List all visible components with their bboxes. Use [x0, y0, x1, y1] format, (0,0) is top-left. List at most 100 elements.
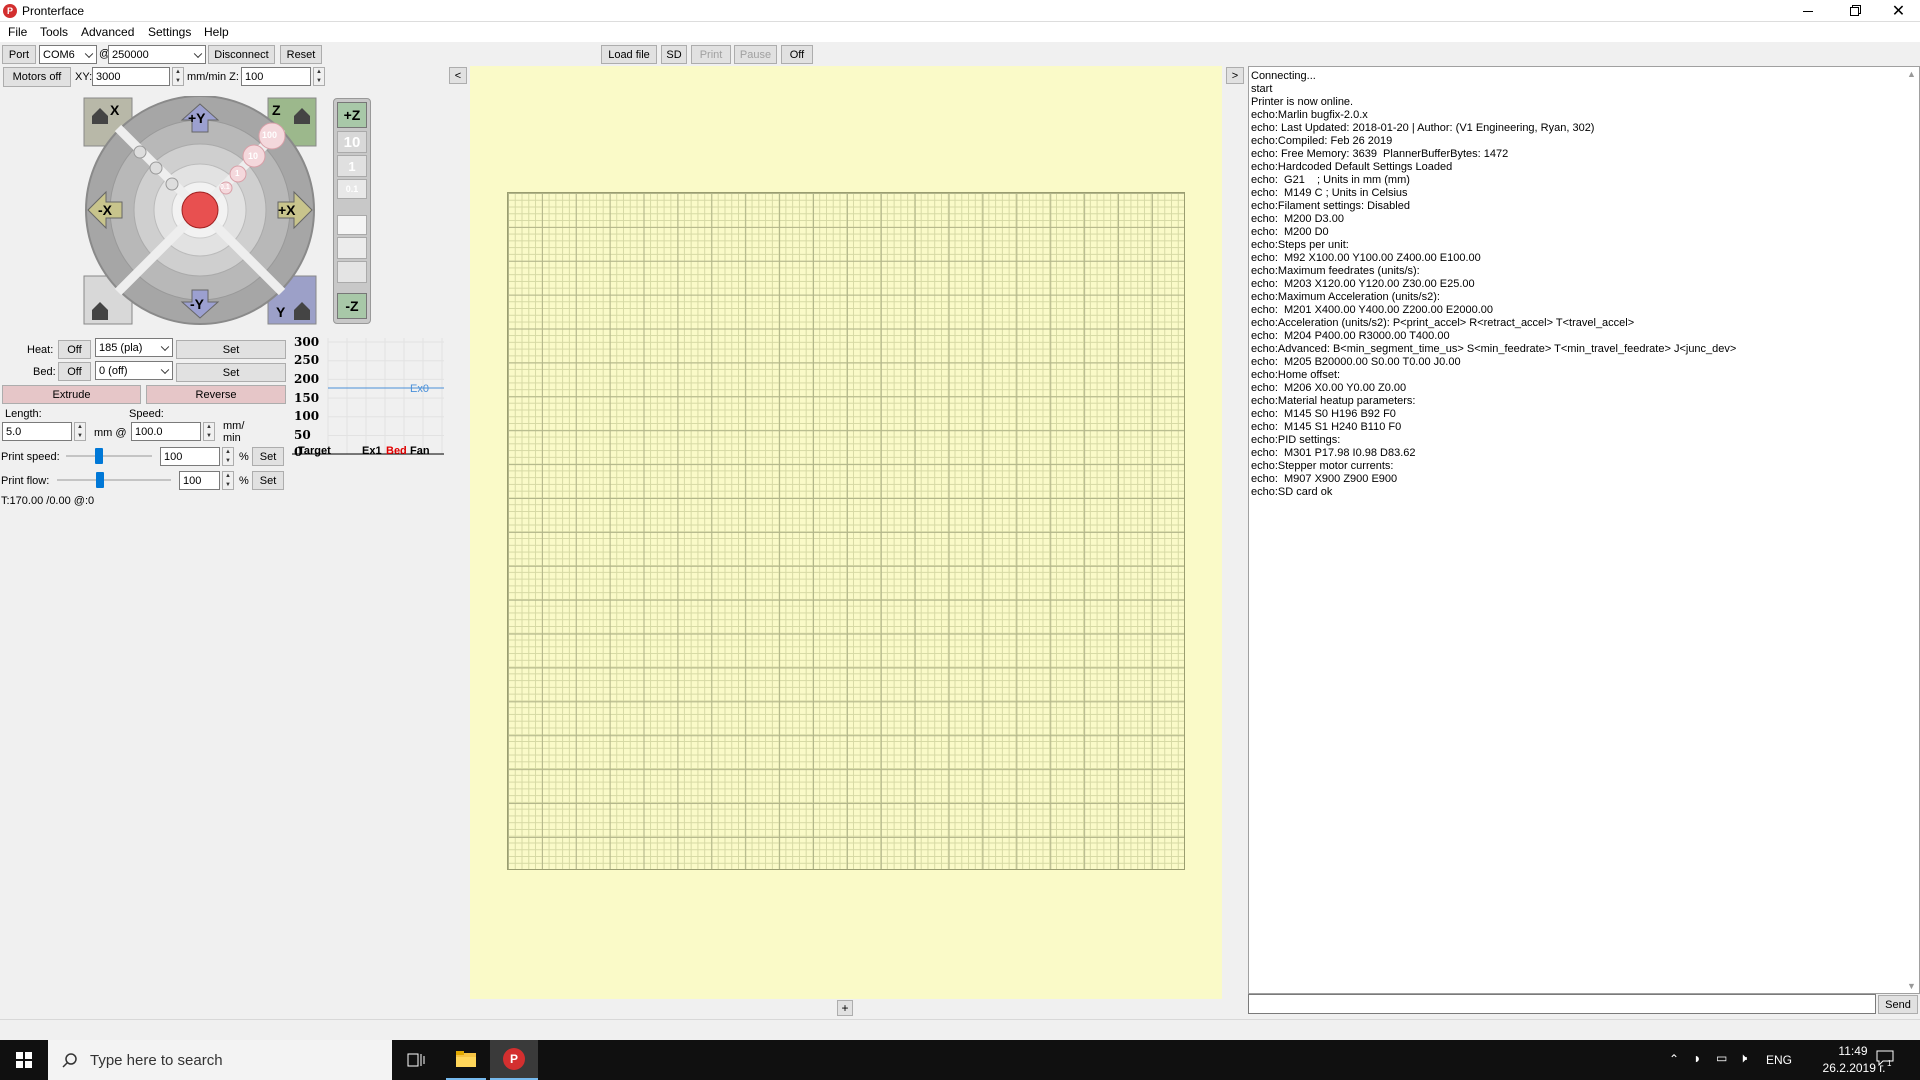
minus-z-button[interactable]: -Z — [337, 293, 367, 319]
heat-off-button[interactable]: Off — [58, 340, 91, 359]
chevron-down-icon — [160, 365, 170, 374]
down-arrow-icon: ▼ — [175, 77, 181, 84]
print-flow-set-button[interactable]: Set — [252, 471, 284, 490]
z-step-1[interactable]: 1 — [337, 155, 367, 177]
sd-button[interactable]: SD — [661, 45, 687, 64]
scroll-down-icon[interactable]: ▼ — [1907, 981, 1916, 991]
console-line: echo:Home offset: — [1251, 369, 1341, 381]
print-speed-stepper[interactable]: ▲ ▼ — [222, 447, 234, 466]
task-view-icon — [407, 1053, 425, 1067]
z-step-10-label: 10 — [343, 133, 361, 151]
print-speed-input[interactable]: 100 — [160, 447, 220, 466]
collapse-left-button[interactable]: < — [449, 67, 467, 84]
speed-input[interactable]: 100.0 — [131, 422, 201, 441]
motors-off-button[interactable]: Motors off — [3, 67, 71, 87]
send-button[interactable]: Send — [1878, 995, 1918, 1014]
z-step-down-10[interactable] — [337, 261, 367, 283]
language-indicator[interactable]: ENG — [1766, 1053, 1792, 1067]
menu-tools[interactable]: Tools — [40, 25, 68, 39]
heat-select[interactable]: 185 (pla) — [95, 338, 173, 357]
collapse-right-button[interactable]: > — [1226, 67, 1244, 84]
slider-thumb[interactable] — [96, 472, 105, 488]
menu-file[interactable]: File — [8, 25, 27, 39]
feedrate-units-label: mm/min Z: — [187, 71, 239, 83]
z-feedrate-stepper[interactable]: ▲ ▼ — [313, 67, 325, 86]
print-speed-slider[interactable] — [66, 448, 152, 464]
pronterface-taskbar-button[interactable]: P — [490, 1040, 538, 1080]
console-line: echo:Maximum feedrates (units/s): — [1251, 265, 1420, 277]
file-explorer-button[interactable] — [446, 1040, 486, 1080]
restore-button[interactable] — [1831, 0, 1877, 22]
volume-icon[interactable]: 🕨 — [1739, 1050, 1747, 1066]
console-line: echo: M145 S1 H240 B110 F0 — [1251, 421, 1402, 433]
reverse-button[interactable]: Reverse — [146, 385, 286, 404]
speed-stepper[interactable]: ▲ ▼ — [203, 422, 215, 441]
up-arrow-icon: ▲ — [206, 424, 212, 430]
bed-select[interactable]: 0 (off) — [95, 361, 173, 380]
minimize-button[interactable] — [1785, 0, 1831, 22]
z-step-down-1[interactable] — [337, 237, 367, 259]
off-button[interactable]: Off — [781, 45, 813, 64]
plus-z-button[interactable]: +Z — [337, 102, 367, 128]
menu-advanced[interactable]: Advanced — [81, 25, 134, 39]
build-plate-grid[interactable] — [507, 192, 1185, 870]
z-feedrate-input[interactable]: 100 — [241, 67, 311, 86]
print-button[interactable]: Print — [691, 45, 731, 64]
action-center-button[interactable]: 1 — [1876, 1050, 1898, 1070]
disconnect-button[interactable]: Disconnect — [208, 45, 275, 64]
z-jog-control[interactable]: +Z 10 1 0.1 -Z — [333, 98, 371, 324]
xy-jog-control[interactable]: X Z Y +Y -Y -X +X 100 10 1 0.1 — [82, 95, 318, 326]
length-input[interactable]: 5.0 — [2, 422, 72, 441]
show-hidden-icons-icon[interactable]: ⌃ — [1669, 1052, 1679, 1066]
bed-set-button[interactable]: Set — [176, 363, 286, 382]
z-step-10[interactable]: 10 — [337, 131, 367, 153]
print-flow-label: Print flow: — [1, 475, 50, 487]
task-view-button[interactable] — [396, 1040, 436, 1080]
network-icon[interactable]: ◗ — [1693, 1050, 1701, 1066]
port-button[interactable]: Port — [2, 45, 36, 64]
search-icon — [62, 1053, 77, 1068]
z-step-down-01[interactable] — [337, 215, 367, 235]
console-line: echo: M205 B20000.00 S0.00 T0.00 J0.00 — [1251, 356, 1461, 368]
menu-help[interactable]: Help — [204, 25, 229, 39]
xy-feedrate-stepper[interactable]: ▲ ▼ — [172, 67, 184, 86]
down-arrow-icon: ▼ — [206, 432, 212, 439]
print-flow-slider[interactable] — [57, 472, 171, 488]
z-step-01[interactable]: 0.1 — [337, 179, 367, 199]
plus-x-label: +X — [278, 202, 296, 218]
console-log[interactable]: Connecting... start Printer is now online.… — [1248, 66, 1920, 994]
tick-150: 150 — [294, 391, 320, 405]
length-stepper[interactable]: ▲ ▼ — [74, 422, 86, 441]
start-button[interactable] — [0, 1040, 48, 1080]
slider-thumb[interactable] — [94, 448, 103, 464]
print-speed-set-button[interactable]: Set — [252, 447, 284, 466]
restore-icon — [1849, 6, 1859, 16]
battery-icon[interactable]: ▭ — [1716, 1051, 1727, 1065]
bed-off-button[interactable]: Off — [58, 362, 91, 381]
baud-select[interactable]: 250000 — [108, 45, 206, 64]
command-input[interactable] — [1248, 994, 1876, 1014]
print-flow-input[interactable]: 100 — [179, 471, 220, 490]
heat-set-button[interactable]: Set — [176, 340, 286, 359]
taskbar-search[interactable]: Type here to search — [48, 1040, 392, 1080]
xy-feedrate-input[interactable]: 3000 — [92, 67, 170, 86]
add-object-button[interactable]: + — [837, 1000, 853, 1016]
load-file-button[interactable]: Load file — [601, 45, 657, 64]
notification-count: 1 — [1887, 1059, 1892, 1068]
ex0-label: Ex0 — [410, 383, 429, 395]
close-button[interactable]: ✕ — [1877, 0, 1920, 22]
pause-button[interactable]: Pause — [734, 45, 777, 64]
console-line: echo: M204 P400.00 R3000.00 T400.00 — [1251, 330, 1450, 342]
tick-300: 300 — [294, 335, 320, 349]
scroll-up-icon[interactable]: ▲ — [1907, 69, 1916, 79]
up-arrow-icon: ▲ — [77, 424, 83, 430]
port-select[interactable]: COM6 — [39, 45, 97, 64]
folder-icon — [456, 1051, 476, 1067]
tick-100: 100 — [294, 409, 320, 423]
menu-settings[interactable]: Settings — [148, 25, 191, 39]
console-scrollbar[interactable]: ▲ ▼ — [1904, 67, 1919, 993]
mm-at-label: mm @ — [94, 427, 127, 439]
reset-button[interactable]: Reset — [280, 45, 322, 64]
print-flow-stepper[interactable]: ▲ ▼ — [222, 471, 234, 490]
extrude-button[interactable]: Extrude — [2, 385, 141, 404]
